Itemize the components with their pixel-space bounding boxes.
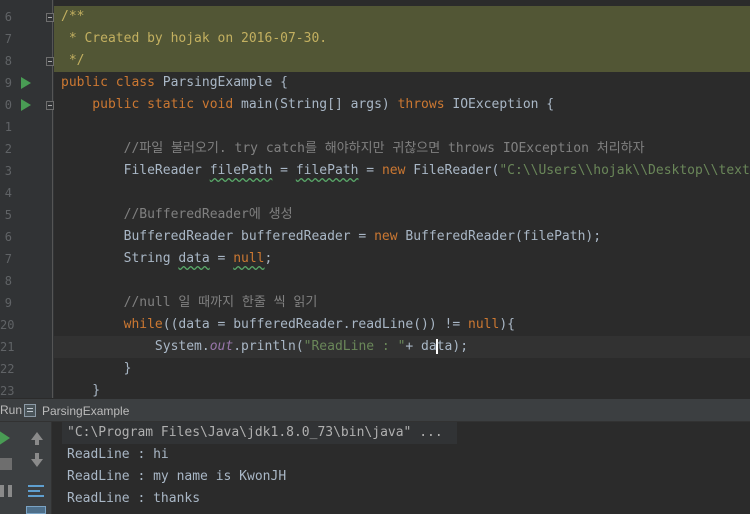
- run-config-tab[interactable]: ParsingExample: [42, 404, 129, 418]
- line-number: 8: [4, 54, 12, 68]
- code-text: //null 일 때까지 한줄 씩 읽기: [61, 295, 318, 310]
- code-text: System.out.println("ReadLine : "+ data);: [54, 336, 750, 358]
- code-line[interactable]: 21 System.out.println("ReadLine : "+ dat…: [0, 336, 750, 358]
- line-number: 4: [4, 186, 12, 200]
- line-number: 23: [0, 384, 15, 398]
- print-icon[interactable]: [26, 506, 46, 514]
- line-number: 7: [4, 32, 12, 46]
- code-text: while((data = bufferedReader.readLine())…: [61, 317, 515, 332]
- code-line[interactable]: 1: [0, 116, 750, 138]
- code-text: */: [54, 50, 750, 72]
- code-line[interactable]: 23 }: [0, 380, 750, 398]
- run-gutter-icon[interactable]: [21, 99, 31, 111]
- line-number: 20: [0, 318, 15, 332]
- code-line[interactable]: 7 * Created by hojak on 2016-07-30.: [0, 28, 750, 50]
- code-line[interactable]: 8: [0, 270, 750, 292]
- line-number: 0: [4, 98, 12, 112]
- soft-wrap-icon[interactable]: [28, 484, 44, 498]
- line-number: 1: [4, 120, 12, 134]
- line-number: 6: [4, 230, 12, 244]
- rerun-icon[interactable]: [0, 430, 10, 446]
- line-number: 6: [4, 10, 12, 24]
- code-text: //파일 불러오기. try catch를 해야하지만 귀찮으면 throws …: [61, 141, 645, 156]
- stop-icon[interactable]: [0, 458, 12, 470]
- code-line[interactable]: 3 FileReader filePath = filePath = new F…: [0, 160, 750, 182]
- run-gutter-icon[interactable]: [21, 77, 31, 89]
- code-text: BufferedReader bufferedReader = new Buff…: [61, 229, 602, 244]
- code-text: }: [61, 383, 101, 398]
- run-toolbar: [0, 422, 52, 514]
- line-number: 2: [4, 142, 12, 156]
- down-arrow-icon[interactable]: [31, 453, 43, 467]
- code-line[interactable]: 4: [0, 182, 750, 204]
- code-text: public static void main(String[] args) t…: [61, 97, 555, 112]
- console-command-line[interactable]: "C:\Program Files\Java\jdk1.8.0_73\bin\j…: [62, 422, 457, 444]
- line-number: 7: [4, 252, 12, 266]
- code-line[interactable]: 9 //null 일 때까지 한줄 씩 읽기: [0, 292, 750, 314]
- code-editor[interactable]: 6/** 7 * Created by hojak on 2016-07-30. 8…: [0, 0, 750, 398]
- code-text: //BufferedReader에 생성: [61, 207, 293, 222]
- code-text: String data = null;: [61, 251, 273, 266]
- line-number: 9: [4, 296, 12, 310]
- run-config-icon: [24, 404, 36, 417]
- code-line[interactable]: 22 }: [0, 358, 750, 380]
- line-number: 3: [4, 164, 12, 178]
- console-output-line: ReadLine : thanks: [67, 491, 201, 506]
- up-arrow-icon[interactable]: [31, 432, 43, 445]
- code-line[interactable]: 6 /**: [0, 6, 750, 28]
- code-text: * Created by hojak on 2016-07-30.: [54, 28, 750, 50]
- code-line[interactable]: 0 public static void main(String[] args)…: [0, 94, 750, 116]
- run-tool-window-header: Run ParsingExample: [0, 398, 750, 422]
- console-output-line: ReadLine : hi: [67, 447, 169, 462]
- code-text: /**: [54, 6, 750, 28]
- run-tool-window-label[interactable]: Run: [0, 403, 22, 417]
- code-line[interactable]: 5 //BufferedReader에 생성: [0, 204, 750, 226]
- line-number: 8: [4, 274, 12, 288]
- code-text: }: [61, 361, 132, 376]
- fold-marker-icon[interactable]: [46, 57, 54, 66]
- fold-marker-icon[interactable]: [46, 101, 54, 110]
- pause-icon[interactable]: [0, 485, 12, 497]
- fold-marker-icon[interactable]: [46, 13, 54, 22]
- code-line[interactable]: 20 while((data = bufferedReader.readLine…: [0, 314, 750, 336]
- run-console[interactable]: "C:\Program Files\Java\jdk1.8.0_73\bin\j…: [53, 422, 750, 514]
- line-number: 5: [4, 208, 12, 222]
- code-line[interactable]: 8 */: [0, 50, 750, 72]
- line-number: 21: [0, 340, 15, 354]
- line-number: 22: [0, 362, 15, 376]
- console-output-line: ReadLine : my name is KwonJH: [67, 469, 287, 484]
- code-text: FileReader filePath = filePath = new Fil…: [61, 163, 750, 178]
- code-line[interactable]: 6 BufferedReader bufferedReader = new Bu…: [0, 226, 750, 248]
- code-text: public class ParsingExample {: [61, 75, 288, 90]
- code-line[interactable]: 9 public class ParsingExample {: [0, 72, 750, 94]
- line-number: 9: [4, 76, 12, 90]
- code-line[interactable]: 2 //파일 불러오기. try catch를 해야하지만 귀찮으면 throw…: [0, 138, 750, 160]
- code-line[interactable]: 7 String data = null;: [0, 248, 750, 270]
